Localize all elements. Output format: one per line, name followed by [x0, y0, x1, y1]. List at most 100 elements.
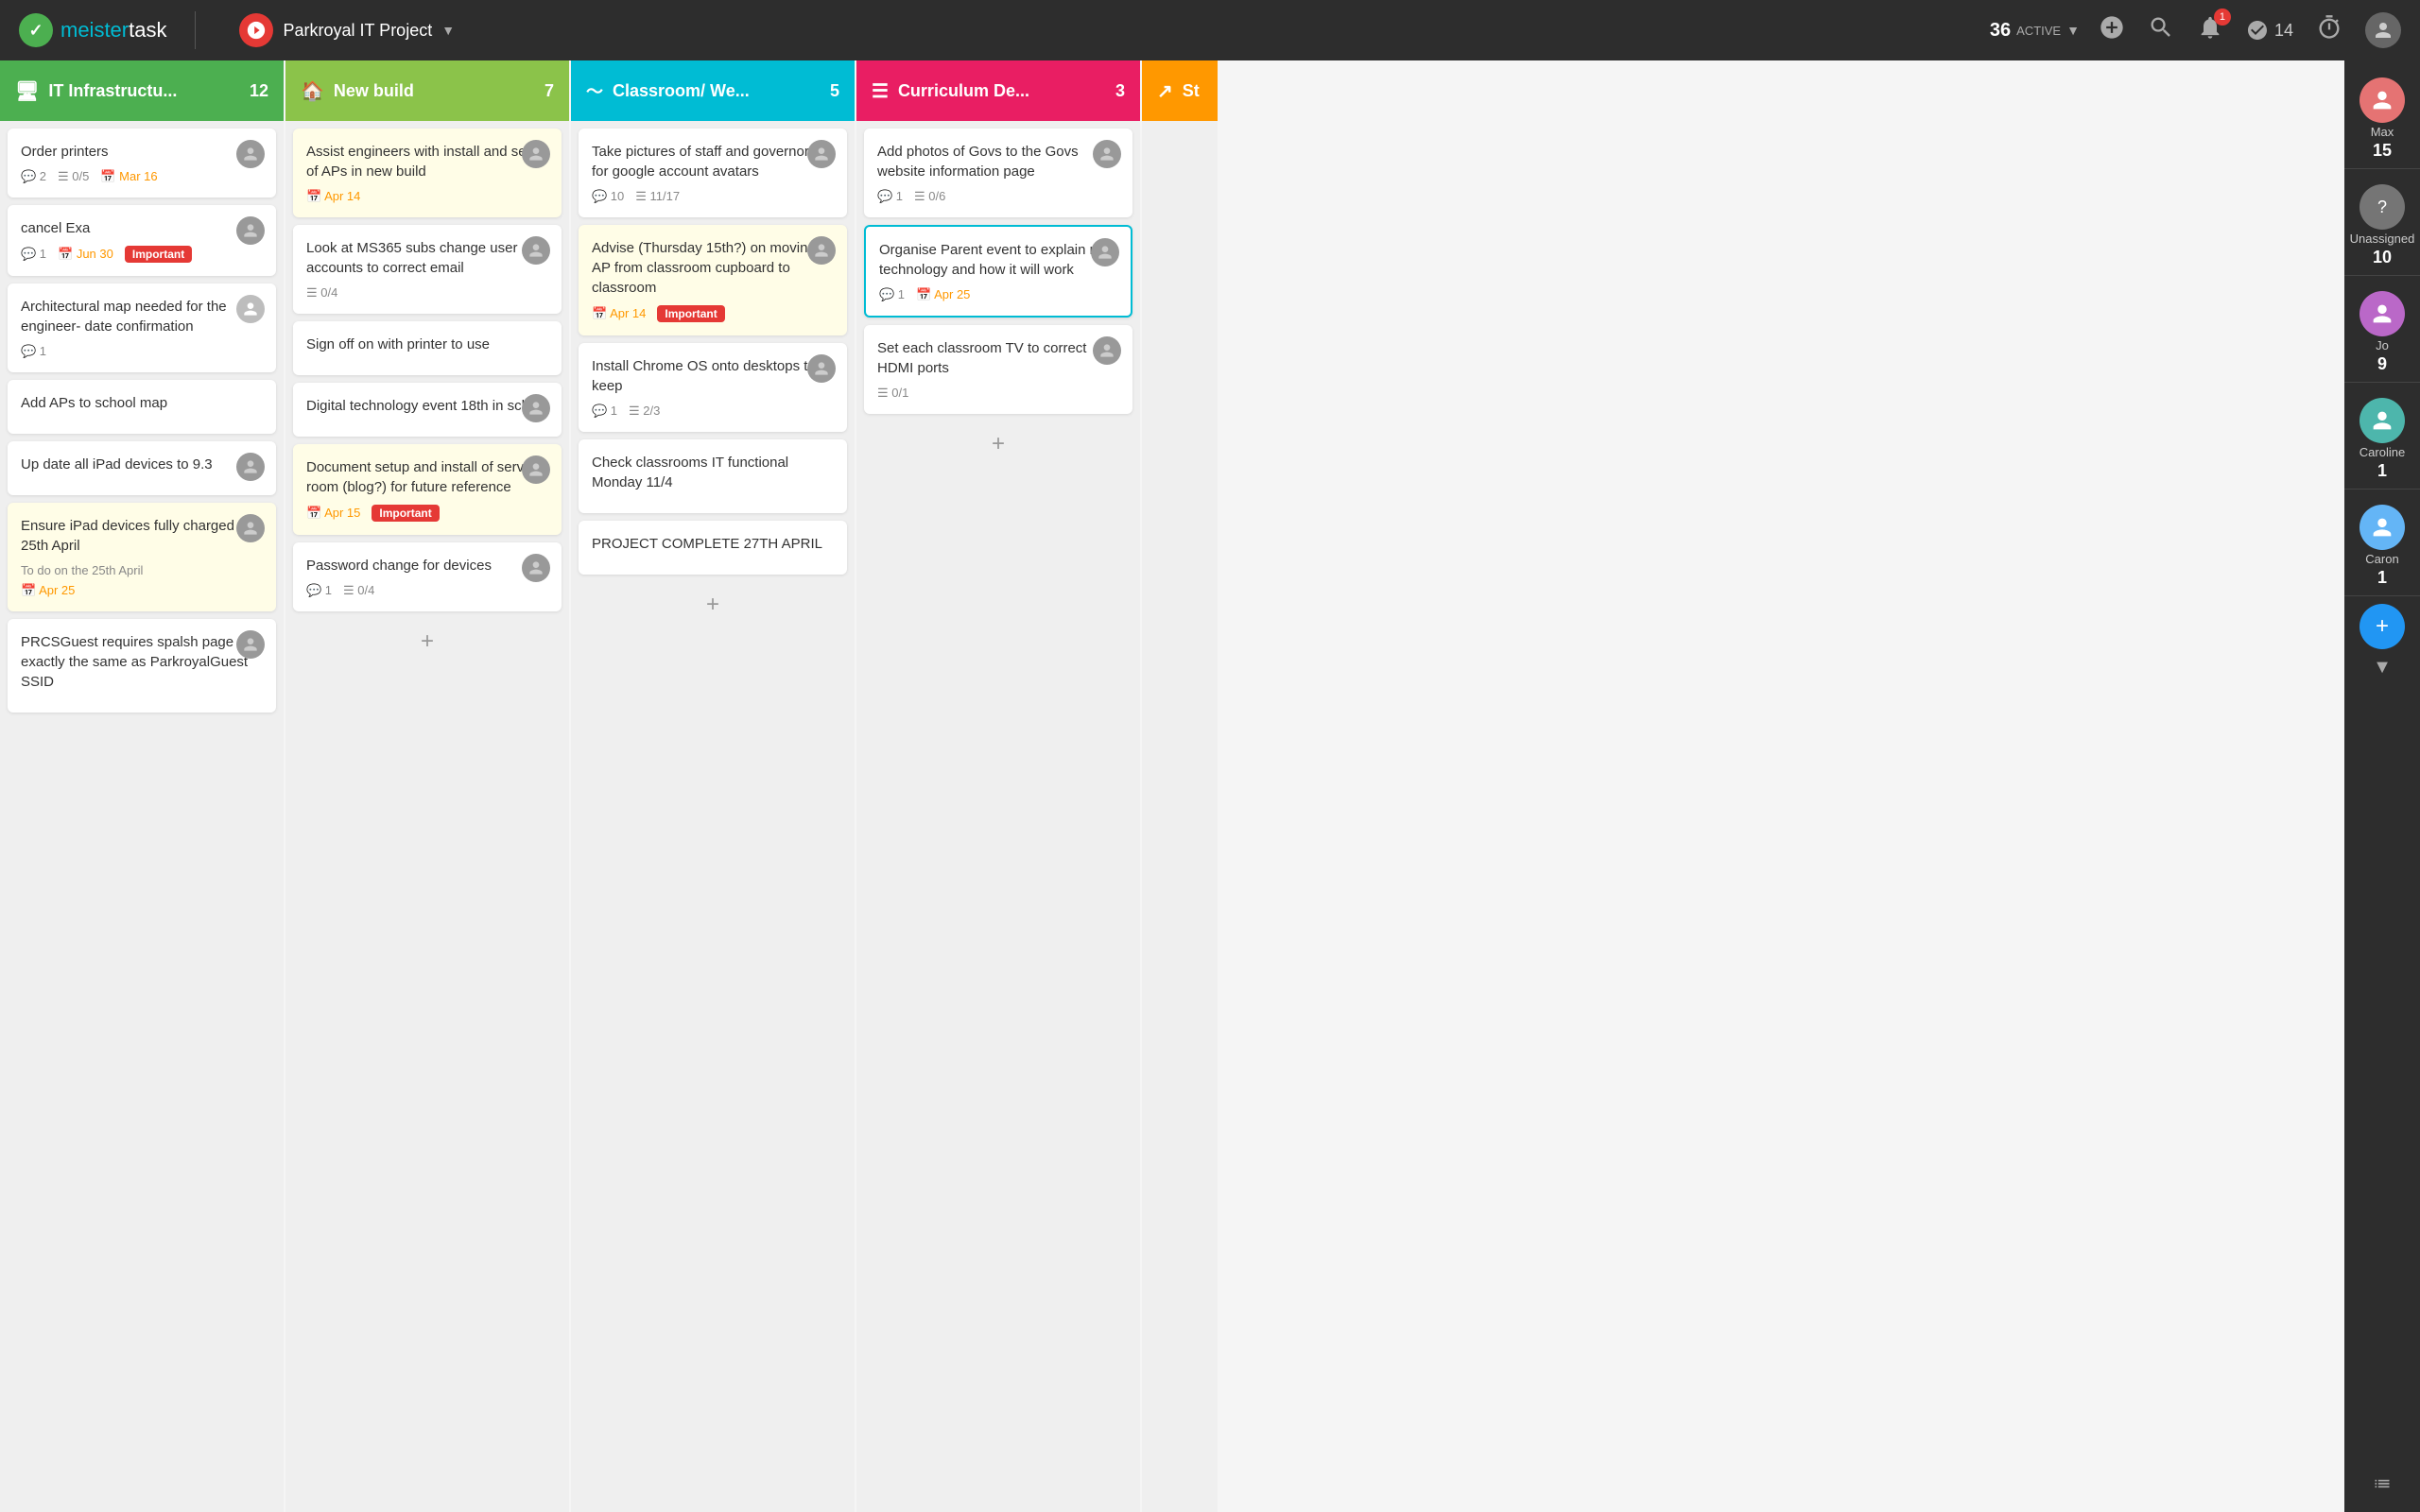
avatar	[236, 514, 265, 542]
card-organise-parent[interactable]: Organise Parent event to explain new tec…	[864, 225, 1132, 318]
card-meta: 💬 2 ☰ 0/5 📅 Mar 16	[21, 169, 263, 184]
user-max-name: Max	[2371, 125, 2394, 139]
avatar	[236, 453, 265, 481]
timer-button[interactable]	[2316, 14, 2342, 46]
comment-count: 💬 1	[877, 189, 903, 204]
task-progress: ☰ 0/5	[58, 169, 89, 184]
board-list-toggle[interactable]	[2363, 1465, 2401, 1503]
col-curric-count: 3	[1115, 81, 1125, 101]
completed-button[interactable]: 14	[2246, 19, 2293, 42]
notifications-button[interactable]: 1	[2197, 14, 2223, 46]
card-update-ipad[interactable]: Up date all iPad devices to 9.3	[8, 441, 276, 495]
project-icon	[239, 13, 273, 47]
user-caron-avatar[interactable]	[2360, 505, 2405, 550]
col-new-count: 7	[544, 81, 554, 101]
card-meta: 💬 10 ☰ 11/17	[592, 189, 834, 204]
add-user-button[interactable]: +	[2360, 604, 2405, 649]
card-tv-hdmi[interactable]: Set each classroom TV to correct HDMI po…	[864, 325, 1132, 414]
project-dropdown-icon: ▼	[441, 23, 455, 38]
card-ensure-ipad[interactable]: Ensure iPad devices fully charged for 25…	[8, 503, 276, 611]
card-arch-map[interactable]: Architectural map needed for the enginee…	[8, 284, 276, 372]
active-dropdown: ▼	[2066, 23, 2080, 38]
card-title: Install Chrome OS onto desktops to keep	[592, 356, 834, 396]
user-unassigned-avatar[interactable]: ?	[2360, 184, 2405, 230]
card-meta: 💬 1 ☰ 0/6	[877, 189, 1119, 204]
task-progress: ☰ 11/17	[635, 189, 680, 204]
col-curric-title: Curriculum De...	[898, 81, 1115, 101]
logo-text: meistertask	[60, 18, 166, 43]
card-meta: 💬 1 ☰ 0/4	[306, 583, 548, 598]
card-cancel-exa[interactable]: cancel Exa 💬 1 📅 Jun 30 Important	[8, 205, 276, 276]
card-title: Look at MS365 subs change user accounts …	[306, 238, 548, 278]
user-jo-avatar[interactable]	[2360, 291, 2405, 336]
avatar	[807, 236, 836, 265]
card-title: Add APs to school map	[21, 393, 263, 413]
card-check-classrooms[interactable]: Check classrooms IT functional Monday 11…	[579, 439, 847, 513]
column-it-infra: 🖥 IT Infrastructu... 12 Order printers 💬…	[0, 60, 284, 1512]
add-card-button[interactable]: +	[408, 623, 446, 661]
card-password-change[interactable]: Password change for devices 💬 1 ☰ 0/4	[293, 542, 562, 611]
comment-count: 💬 1	[21, 247, 46, 262]
user-max-count: 15	[2373, 141, 2392, 161]
user-jo-name: Jo	[2376, 338, 2389, 352]
user-caroline-avatar[interactable]	[2360, 398, 2405, 443]
card-meta: ☰ 0/1	[877, 386, 1119, 401]
due-date: 📅 Apr 25	[21, 583, 75, 598]
logo[interactable]: ✓ meistertask	[19, 13, 166, 47]
card-meta: ☰ 0/4	[306, 285, 548, 301]
comment-count: 💬 1	[306, 583, 332, 598]
card-sign-off-printer[interactable]: Sign off on with printer to use	[293, 321, 562, 375]
card-meta: 📅 Apr 25	[21, 583, 263, 598]
project-selector[interactable]: Parkroyal IT Project ▼	[224, 13, 470, 47]
col-new-icon: 🏠	[301, 79, 324, 103]
user-caroline-name: Caroline	[2360, 445, 2405, 459]
col-it-cards: Order printers 💬 2 ☰ 0/5 📅 Mar 16 cancel…	[0, 121, 284, 1512]
user-avatar[interactable]	[2365, 12, 2401, 48]
sidebar-bottom	[2363, 1465, 2401, 1503]
card-meta: 📅 Apr 14	[306, 189, 548, 204]
card-assist-engineers[interactable]: Assist engineers with install and setup …	[293, 129, 562, 217]
col-it-count: 12	[250, 81, 268, 101]
nav-icons: 1 14	[2099, 12, 2401, 48]
user-caron-group: Caron 1	[2344, 497, 2420, 596]
card-prcs-guest[interactable]: PRCSGuest requires spalsh page exactly t…	[8, 619, 276, 713]
notification-badge: 1	[2214, 9, 2231, 26]
due-date: 📅 Jun 30	[58, 247, 113, 262]
avatar	[807, 140, 836, 168]
card-take-pictures[interactable]: Take pictures of staff and governors for…	[579, 129, 847, 217]
card-advise-ap[interactable]: Advise (Thursday 15th?) on moving AP fro…	[579, 225, 847, 335]
task-progress: ☰ 2/3	[629, 404, 660, 419]
column-header-staff: ↗ St	[1142, 60, 1218, 121]
card-add-govs-photos[interactable]: Add photos of Govs to the Govs website i…	[864, 129, 1132, 217]
card-chrome-os[interactable]: Install Chrome OS onto desktops to keep …	[579, 343, 847, 432]
card-add-aps[interactable]: Add APs to school map	[8, 380, 276, 434]
user-unassigned-name: Unassigned	[2350, 232, 2415, 246]
user-max-avatar[interactable]	[2360, 77, 2405, 123]
card-title: Take pictures of staff and governors for…	[592, 142, 834, 181]
card-meta: 📅 Apr 15 Important	[306, 505, 548, 522]
add-button[interactable]	[2099, 14, 2125, 46]
search-button[interactable]	[2148, 14, 2174, 46]
priority-tag: Important	[125, 246, 192, 263]
card-ms365[interactable]: Look at MS365 subs change user accounts …	[293, 225, 562, 314]
user-caroline-group: Caroline 1	[2344, 390, 2420, 490]
col-new-title: New build	[334, 81, 544, 101]
col-it-icon: 🖥	[15, 79, 39, 103]
card-digital-tech[interactable]: Digital technology event 18th in school	[293, 383, 562, 437]
user-caron-name: Caron	[2365, 552, 2398, 566]
card-order-printers[interactable]: Order printers 💬 2 ☰ 0/5 📅 Mar 16	[8, 129, 276, 198]
user-unassigned-count: 10	[2373, 248, 2392, 267]
avatar	[1091, 238, 1119, 266]
expand-sidebar-button[interactable]: ▼	[2373, 657, 2392, 679]
columns-area: 🖥 IT Infrastructu... 12 Order printers 💬…	[0, 60, 2344, 1512]
avatar	[807, 354, 836, 383]
add-card-button-class[interactable]: +	[694, 586, 732, 624]
avatar	[522, 554, 550, 582]
card-project-complete[interactable]: PROJECT COMPLETE 27TH APRIL	[579, 521, 847, 575]
add-card-button-curric[interactable]: +	[979, 425, 1017, 463]
card-title: Password change for devices	[306, 556, 548, 576]
card-document-setup[interactable]: Document setup and install of server roo…	[293, 444, 562, 535]
active-indicator: 36 ACTIVE ▼	[1990, 20, 2080, 42]
col-staff-icon: ↗	[1157, 79, 1173, 103]
card-title: Check classrooms IT functional Monday 11…	[592, 453, 834, 492]
